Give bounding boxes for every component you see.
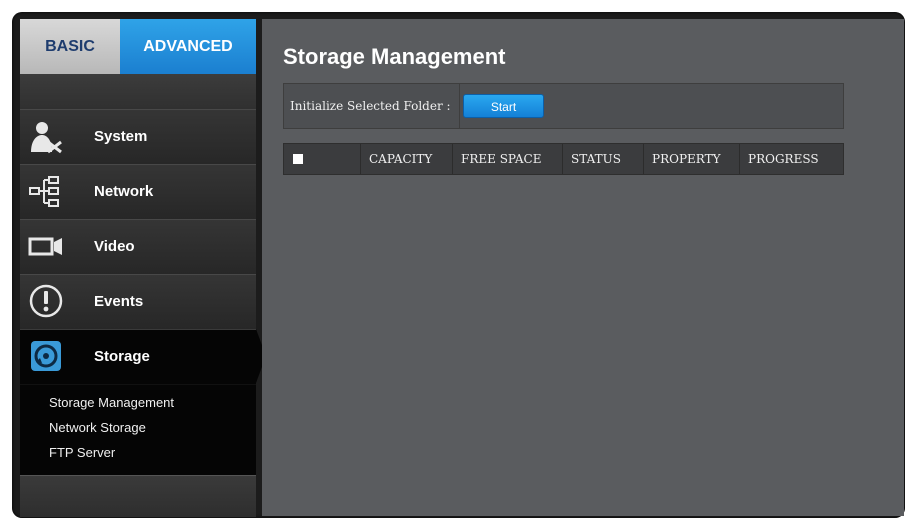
page-title: Storage Management <box>283 44 506 69</box>
main-content: Storage Management Initialize Selected F… <box>262 19 904 516</box>
alert-exclamation-icon <box>28 283 64 319</box>
storage-table-header: CAPACITY FREE SPACE STATUS PROPERTY PROG… <box>283 143 844 175</box>
tab-basic[interactable]: BASIC <box>20 19 120 74</box>
sidebar-item-label: Video <box>94 238 135 255</box>
sidebar-item-events[interactable]: Events <box>20 274 256 330</box>
sidebar-item-label: Network <box>94 183 154 200</box>
video-camera-icon <box>28 228 64 264</box>
sidebar-item-storage[interactable]: Storage <box>20 329 256 385</box>
mode-tabs: BASIC ADVANCED <box>20 19 256 74</box>
sidebar-item-label: System <box>94 128 148 145</box>
submenu-item-storage-management[interactable]: Storage Management <box>49 395 174 410</box>
column-header-status: STATUS <box>562 144 643 174</box>
start-button[interactable]: Start <box>463 94 544 118</box>
column-header-capacity: CAPACITY <box>360 144 452 174</box>
sidebar-item-system[interactable]: System <box>20 109 256 165</box>
system-user-tools-icon <box>28 118 64 154</box>
column-header-property: PROPERTY <box>643 144 739 174</box>
sidebar-item-label: Events <box>94 293 144 310</box>
sidebar-item-video[interactable]: Video <box>20 219 256 275</box>
sidebar-item-label: Storage <box>94 348 150 365</box>
sidebar-footer <box>20 475 256 517</box>
column-header-free-space: FREE SPACE <box>452 144 562 174</box>
initialize-folder-label: Initialize Selected Folder : <box>290 84 460 128</box>
submenu-item-network-storage[interactable]: Network Storage <box>49 420 146 435</box>
select-all-cell <box>284 144 360 174</box>
column-header-progress: PROGRESS <box>739 144 843 174</box>
submenu-item-ftp-server[interactable]: FTP Server <box>49 445 115 460</box>
network-tree-icon <box>28 173 64 209</box>
sidebar-item-network[interactable]: Network <box>20 164 256 220</box>
storage-submenu: Storage Management Network Storage FTP S… <box>20 385 256 475</box>
select-all-checkbox[interactable] <box>293 153 303 164</box>
tab-advanced[interactable]: ADVANCED <box>120 19 256 74</box>
initialize-folder-bar: Initialize Selected Folder : Start <box>283 83 844 129</box>
sidebar-header-strip <box>20 74 256 110</box>
storage-disk-icon <box>28 338 64 374</box>
sidebar: BASIC ADVANCED System Network Video Even… <box>20 19 256 517</box>
